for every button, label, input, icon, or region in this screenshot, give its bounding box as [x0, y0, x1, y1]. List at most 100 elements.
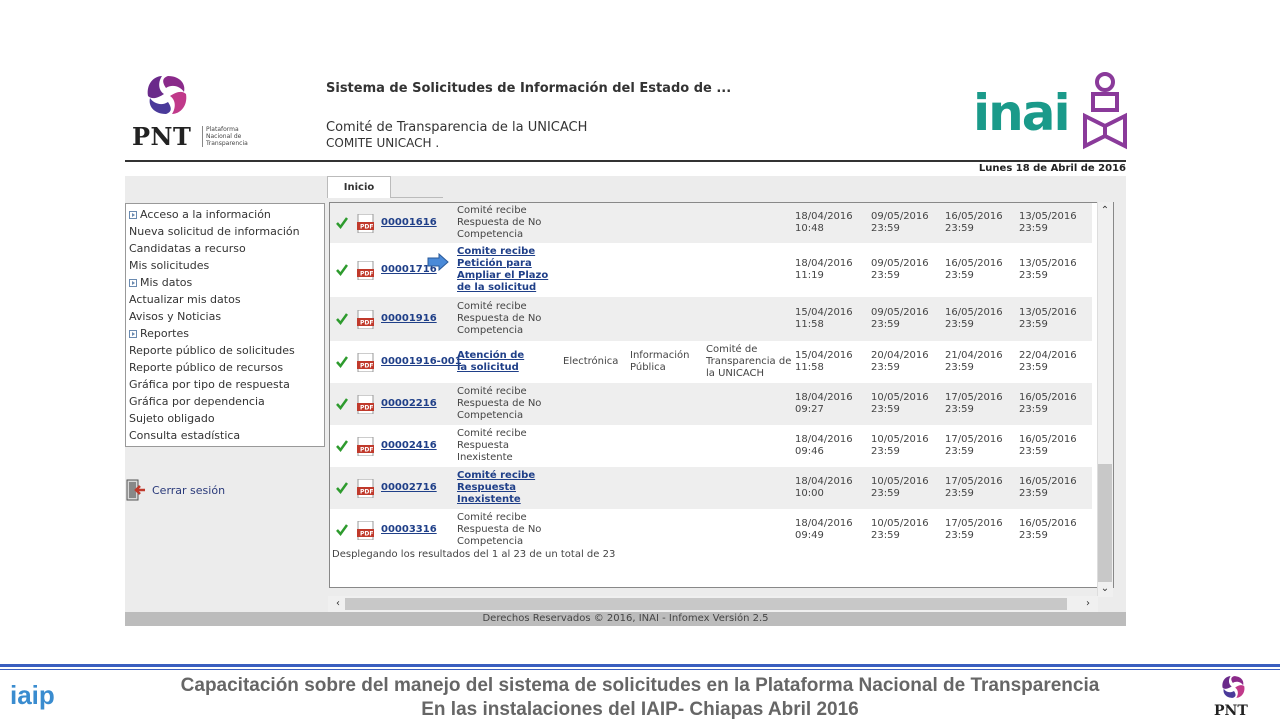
date-cell: 18/04/2016 11:19 — [795, 258, 853, 281]
status-description: Comité recibe Respuesta de No Competenci… — [457, 512, 542, 547]
sidebar-item-actualizar-datos[interactable]: Actualizar mis datos — [129, 291, 321, 308]
svg-text:PDF: PDF — [360, 405, 373, 412]
sidebar-item-mis-solicitudes[interactable]: Mis solicitudes — [129, 257, 321, 274]
date-cell: 18/04/2016 10:48 — [795, 211, 853, 234]
table-row: PDF 00001616 Comité recibe Respuesta de … — [330, 203, 1092, 243]
sidebar-item-grafica-respuesta[interactable]: Gráfica por tipo de respuesta — [129, 376, 321, 393]
date-cell: 09/05/2016 23:59 — [871, 307, 929, 330]
check-icon — [336, 440, 348, 452]
status-description-link[interactable]: Comite recibe Petición para Ampliar el P… — [457, 246, 557, 294]
date-cell: 15/04/2016 11:58 — [795, 350, 853, 373]
folio-link[interactable]: 00002416 — [381, 440, 437, 451]
folio-link[interactable]: 00001616 — [381, 217, 437, 228]
copyright-bar: Derechos Reservados © 2016, INAI - Infom… — [125, 612, 1126, 626]
sidebar-menu: Acceso a la información Nueva solicitud … — [125, 203, 325, 447]
caption-line-2: En las instalaciones del IAIP- Chiapas A… — [421, 699, 859, 720]
sidebar-item-candidatas[interactable]: Candidatas a recurso — [129, 240, 321, 257]
date-cell: 21/04/2016 23:59 — [945, 350, 1003, 373]
pointer-arrow-icon — [427, 253, 449, 271]
date-bar: Lunes 18 de Abril de 2016 — [125, 160, 1126, 176]
date-cell: 20/04/2016 23:59 — [871, 350, 929, 373]
sidebar-item-label: Reportes — [140, 327, 189, 340]
table-row: PDF 00001916 Comité recibe Respuesta de … — [330, 297, 1092, 341]
sidebar-item-avisos[interactable]: Avisos y Noticias — [129, 308, 321, 325]
logout-label: Cerrar sesión — [152, 483, 226, 497]
folio-link[interactable]: 00002216 — [381, 398, 437, 409]
check-icon — [336, 398, 348, 410]
expand-icon — [129, 279, 137, 287]
pdf-icon[interactable]: PDF — [357, 395, 375, 414]
comite-subtitle: COMITE UNICACH . — [326, 136, 440, 150]
caption-rule — [0, 664, 1280, 672]
pnt-logo: PNT Plataforma Nacional de Transparencia — [130, 72, 250, 152]
pdf-icon[interactable]: PDF — [357, 214, 375, 233]
folio-link[interactable]: 00002716 — [381, 482, 437, 493]
scroll-right-arrow-icon[interactable]: › — [1080, 597, 1096, 611]
vertical-scroll-thumb[interactable] — [1098, 464, 1112, 582]
date-cell: 16/05/2016 23:59 — [1019, 434, 1077, 457]
status-description: Comité recibe Respuesta de No Competenci… — [457, 205, 542, 240]
pdf-icon[interactable]: PDF — [357, 353, 375, 372]
sidebar-item-sujeto-obligado[interactable]: Sujeto obligado — [129, 410, 321, 427]
pnt-logo-subtitle: Plataforma Nacional de Transparencia — [202, 126, 248, 147]
svg-text:PDF: PDF — [360, 447, 373, 454]
pdf-icon[interactable]: PDF — [357, 310, 375, 329]
horizontal-scroll-thumb[interactable] — [345, 598, 1067, 610]
sidebar-item-reporte-recursos[interactable]: Reporte público de recursos — [129, 359, 321, 376]
sidebar-item-label: Acceso a la información — [140, 208, 271, 221]
folio-link[interactable]: 00001916-001 — [381, 356, 462, 367]
sidebar-item-consulta-estadistica[interactable]: Consulta estadística — [129, 427, 321, 444]
sidebar-item-grafica-dependencia[interactable]: Gráfica por dependencia — [129, 393, 321, 410]
svg-text:PDF: PDF — [360, 224, 373, 231]
folio-link[interactable]: 00001916 — [381, 313, 437, 324]
date-cell: 09/05/2016 23:59 — [871, 258, 929, 281]
logout-link[interactable]: Cerrar sesión — [126, 478, 225, 502]
pnt-logo-small: PNT — [1210, 672, 1280, 720]
pdf-icon[interactable]: PDF — [357, 479, 375, 498]
date-cell: 17/05/2016 23:59 — [945, 392, 1003, 415]
date-cell: 10/05/2016 23:59 — [871, 518, 929, 541]
date-cell: 18/04/2016 09:46 — [795, 434, 853, 457]
date-cell: 18/04/2016 09:27 — [795, 392, 853, 415]
pdf-icon[interactable]: PDF — [357, 521, 375, 540]
status-description: Comité recibe Respuesta de No Competenci… — [457, 386, 542, 421]
folio-link[interactable]: 00003316 — [381, 524, 437, 535]
date-cell: 13/05/2016 23:59 — [1019, 258, 1077, 281]
sidebar-item-reporte-solicitudes[interactable]: Reporte público de solicitudes — [129, 342, 321, 359]
status-description-link[interactable]: Comité recibe Respuesta Inexistente — [457, 470, 537, 506]
date-cell: 17/05/2016 23:59 — [945, 518, 1003, 541]
check-icon — [336, 264, 348, 276]
date-cell: 13/05/2016 23:59 — [1019, 211, 1077, 234]
scroll-up-arrow-icon[interactable]: ⌃ — [1097, 204, 1113, 218]
date-cell: 16/05/2016 23:59 — [945, 211, 1003, 234]
date-cell: 10/05/2016 23:59 — [871, 476, 929, 499]
tab-bar: Inicio — [125, 176, 1126, 199]
sidebar-section-mis-datos[interactable]: Mis datos — [129, 274, 321, 291]
status-description: Comité recibe Respuesta de No Competenci… — [457, 301, 542, 336]
status-description-link[interactable]: Atención de la solicitud — [457, 350, 537, 374]
date-cell: 16/05/2016 23:59 — [945, 307, 1003, 330]
current-date: Lunes 18 de Abril de 2016 — [978, 163, 1126, 174]
svg-text:PDF: PDF — [360, 489, 373, 496]
scroll-left-arrow-icon[interactable]: ‹ — [330, 597, 346, 611]
table-row: PDF 00002416 Comité recibe Respuesta Ine… — [330, 425, 1092, 467]
sidebar-section-reportes[interactable]: Reportes — [129, 325, 321, 342]
pdf-icon[interactable]: PDF — [357, 437, 375, 456]
svg-text:PDF: PDF — [360, 531, 373, 538]
date-cell: 10/05/2016 23:59 — [871, 392, 929, 415]
medio-cell: Electrónica — [563, 356, 619, 367]
tab-inicio[interactable]: Inicio — [327, 176, 391, 199]
pnt-swirl-icon — [1222, 676, 1245, 698]
table-row: PDF 00002716 Comité recibe Respuesta Ine… — [330, 467, 1092, 509]
date-cell: 10/05/2016 23:59 — [871, 434, 929, 457]
sidebar-item-nueva-solicitud[interactable]: Nueva solicitud de información — [129, 223, 321, 240]
status-description: Comité recibe Respuesta Inexistente — [457, 428, 527, 463]
pdf-icon[interactable]: PDF — [357, 261, 375, 280]
scroll-down-arrow-icon[interactable]: ⌄ — [1097, 582, 1113, 596]
pnt-swirl-icon — [147, 76, 187, 114]
date-cell: 17/05/2016 23:59 — [945, 434, 1003, 457]
svg-text:PDF: PDF — [360, 363, 373, 370]
sidebar-section-acceso[interactable]: Acceso a la información — [129, 206, 321, 223]
inai-logo-text: inai — [973, 84, 1071, 142]
table-row: PDF 00002216 Comité recibe Respuesta de … — [330, 383, 1092, 425]
